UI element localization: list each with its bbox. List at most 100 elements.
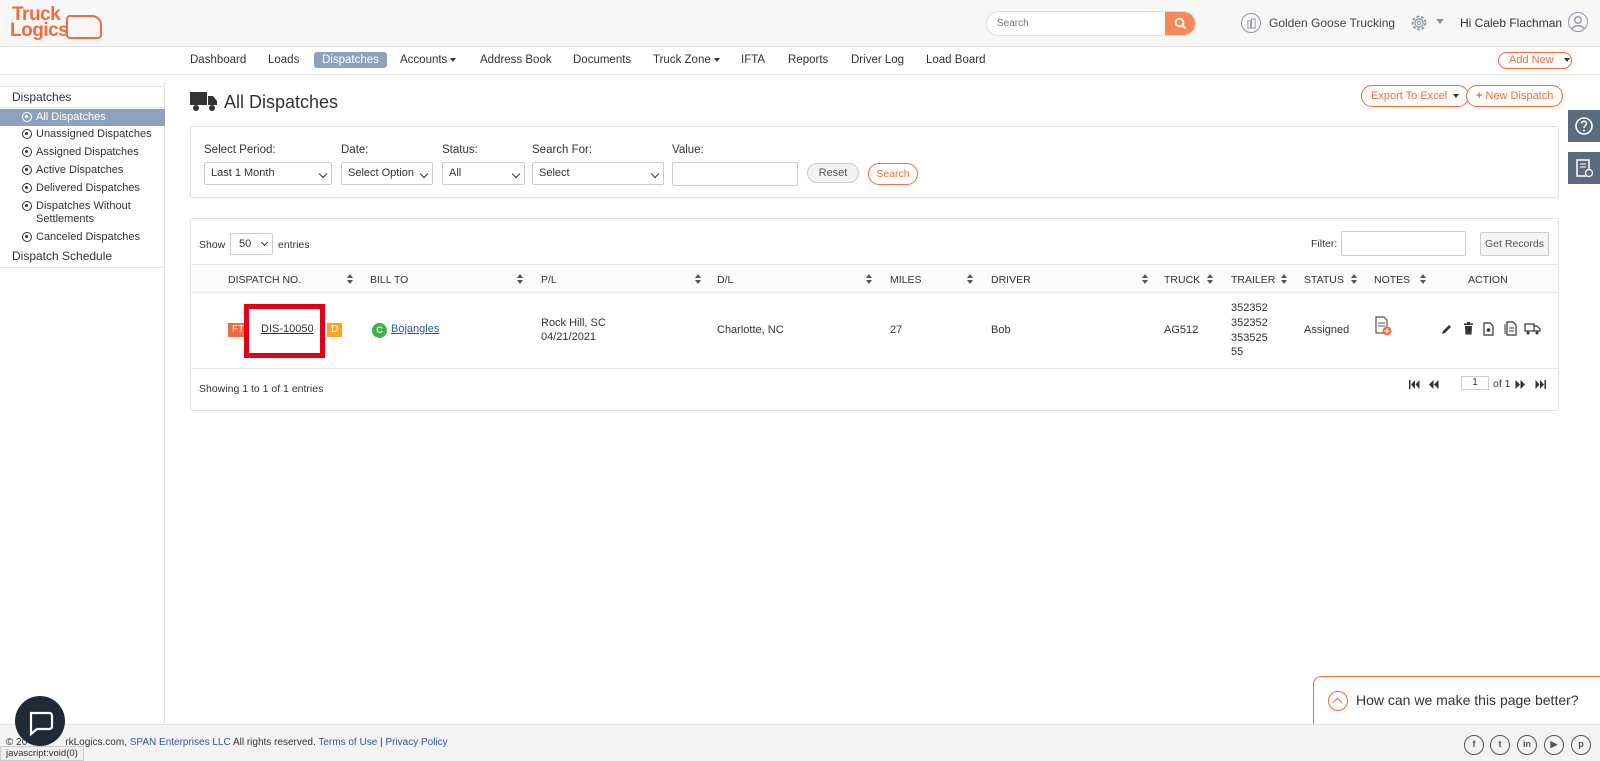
search-filter-button[interactable]: Search — [868, 163, 918, 185]
get-records-button[interactable]: Get Records — [1480, 232, 1549, 256]
nav-dashboard[interactable]: Dashboard — [190, 54, 246, 66]
facebook-icon[interactable]: f — [1464, 735, 1484, 755]
notes-tab[interactable] — [1568, 152, 1600, 184]
nav-truck-zone[interactable]: Truck Zone — [653, 54, 720, 66]
nav-loads[interactable]: Loads — [268, 54, 299, 66]
sidebar-item-label: Dispatches Without Settlements — [36, 200, 131, 225]
date-select[interactable]: Select Option — [341, 162, 433, 185]
d-badge: D — [327, 323, 343, 337]
search-button[interactable] — [1165, 12, 1195, 35]
settings-caret-icon[interactable] — [1436, 19, 1444, 24]
nav-dispatches[interactable]: Dispatches — [314, 52, 387, 68]
sort-icon[interactable] — [1420, 274, 1427, 285]
trailer-value: 55 — [1231, 346, 1244, 358]
sort-icon[interactable] — [517, 274, 524, 285]
col-dispatch-no[interactable]: DISPATCH NO. — [228, 274, 301, 286]
miles-value: 27 — [890, 324, 903, 336]
sidebar-item-without-settlements[interactable]: Dispatches Without Settlements — [0, 200, 140, 226]
first-page-icon[interactable] — [1409, 380, 1420, 389]
filter-input[interactable] — [1341, 231, 1466, 256]
pinterest-icon[interactable]: p — [1571, 735, 1591, 755]
last-page-icon[interactable] — [1535, 380, 1546, 389]
help-tab[interactable] — [1568, 110, 1600, 142]
sidebar-item-assigned[interactable]: Assigned Dispatches — [0, 146, 165, 159]
sidebar-item-canceled[interactable]: Canceled Dispatches — [0, 231, 165, 244]
user-greeting[interactable]: Hi Caleb Flachman — [1460, 16, 1562, 30]
col-truck[interactable]: TRUCK — [1164, 274, 1200, 286]
feedback-widget[interactable]: How can we make this page better? — [1313, 676, 1600, 724]
new-dispatch-button[interactable]: + New Dispatch — [1466, 85, 1564, 107]
sidebar-item-all-dispatches[interactable]: All Dispatches — [0, 109, 165, 126]
truck-action-icon[interactable] — [1524, 322, 1541, 335]
global-search-input[interactable] — [987, 12, 1167, 35]
twitter-icon[interactable]: t — [1490, 735, 1510, 755]
terms-link[interactable]: Terms of Use — [318, 737, 377, 748]
nav-ifta[interactable]: IFTA — [741, 54, 765, 66]
caret-down-icon — [713, 57, 720, 62]
chat-launcher[interactable] — [15, 696, 65, 746]
help-question-icon — [1575, 117, 1593, 135]
bullet-icon — [22, 201, 32, 211]
add-new-button[interactable]: Add New — [1498, 52, 1572, 69]
col-notes[interactable]: NOTES — [1374, 274, 1410, 286]
sidebar-item-active[interactable]: Active Dispatches — [0, 164, 165, 177]
sort-icon[interactable] — [1207, 274, 1214, 285]
reset-button[interactable]: Reset — [807, 163, 859, 183]
bullet-icon — [22, 183, 32, 193]
col-driver[interactable]: DRIVER — [991, 274, 1031, 286]
col-dl[interactable]: D/L — [717, 274, 733, 286]
col-miles[interactable]: MILES — [890, 274, 922, 286]
col-pl[interactable]: P/L — [541, 274, 557, 286]
sort-icon[interactable] — [695, 274, 702, 285]
export-to-excel-button[interactable]: Export To Excel — [1361, 85, 1470, 107]
delete-trash-icon[interactable] — [1463, 322, 1474, 335]
sidebar-section-dispatches[interactable]: Dispatches — [0, 86, 165, 108]
nav-documents[interactable]: Documents — [573, 54, 631, 66]
nav-accounts[interactable]: Accounts — [400, 54, 457, 66]
sort-icon[interactable] — [347, 274, 354, 285]
add-note-icon[interactable] — [1374, 316, 1392, 336]
previous-page-icon[interactable] — [1428, 380, 1439, 389]
bill-to-link[interactable]: Bojangles — [391, 323, 439, 335]
entries-select[interactable]: 50 — [230, 233, 273, 255]
company-name[interactable]: Golden Goose Trucking — [1269, 16, 1395, 30]
sidebar-item-unassigned[interactable]: Unassigned Dispatches — [0, 128, 165, 141]
privacy-link[interactable]: Privacy Policy — [385, 737, 447, 748]
next-page-icon[interactable] — [1515, 380, 1526, 389]
col-bill-to[interactable]: BILL TO — [370, 274, 408, 286]
youtube-icon[interactable]: ▶ — [1544, 735, 1564, 755]
edit-pencil-icon[interactable] — [1441, 323, 1453, 335]
chevron-up-icon — [1328, 691, 1348, 711]
sidebar-section-schedule[interactable]: Dispatch Schedule — [0, 246, 165, 268]
sidebar-item-label: All Dispatches — [36, 111, 106, 123]
sort-icon[interactable] — [1281, 274, 1288, 285]
period-select[interactable]: Last 1 Month — [204, 162, 332, 185]
chat-bubble-icon — [29, 711, 54, 737]
sort-icon[interactable] — [866, 274, 873, 285]
copy-document-icon[interactable] — [1504, 321, 1517, 336]
value-input[interactable] — [672, 162, 798, 186]
export-label: Export To Excel — [1371, 90, 1448, 102]
search-for-select[interactable]: Select — [532, 162, 664, 185]
status-select[interactable]: All — [442, 162, 525, 185]
sort-icon[interactable] — [1142, 274, 1149, 285]
sort-icon[interactable] — [1351, 274, 1358, 285]
sidebar-item-delivered[interactable]: Delivered Dispatches — [0, 182, 165, 195]
page-number-input[interactable]: 1 — [1461, 376, 1489, 390]
linkedin-icon[interactable]: in — [1517, 735, 1537, 755]
truck-value: AG512 — [1164, 324, 1199, 336]
sort-icon[interactable] — [967, 274, 974, 285]
truck-logics-logo[interactable]: Truck Logics — [10, 4, 102, 44]
nav-driver-log[interactable]: Driver Log — [851, 54, 904, 66]
nav-address-book[interactable]: Address Book — [480, 54, 552, 66]
settings-gear-icon[interactable] — [1408, 12, 1430, 34]
sidebar-item-label: Delivered Dispatches — [36, 182, 140, 194]
col-status[interactable]: STATUS — [1304, 274, 1344, 286]
user-avatar-icon[interactable] — [1568, 12, 1588, 32]
col-trailer[interactable]: TRAILER — [1231, 274, 1275, 286]
nav-load-board[interactable]: Load Board — [926, 54, 985, 66]
view-document-icon[interactable] — [1483, 322, 1495, 336]
nav-reports[interactable]: Reports — [788, 54, 828, 66]
highlight-box — [244, 304, 325, 358]
span-enterprises-link[interactable]: SPAN Enterprises LLC — [130, 737, 231, 748]
